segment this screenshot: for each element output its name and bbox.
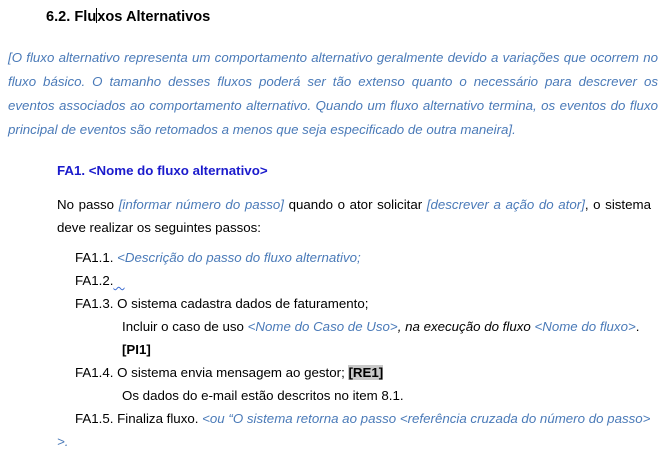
passo-text-1: No passo (57, 197, 119, 212)
passo-text-2: quando o ator solicitar (284, 197, 427, 212)
step-fa1-5: FA1.5. Finaliza fluxo. <ou “O sistema re… (75, 411, 650, 426)
step-return-placeholder: <ou “O sistema retorna ao passo <referên… (202, 411, 651, 426)
step-text: O sistema envia mensagem ao gestor; (117, 365, 349, 380)
spellcheck-mark: ... (113, 273, 124, 288)
step-label: FA1.2. (75, 273, 114, 288)
step-text: <Descrição do passo do fluxo alternativo… (117, 250, 361, 265)
include-text-1: Incluir o caso de uso (122, 319, 248, 334)
step-fa1-2: FA1.2.... (75, 273, 125, 288)
requirement-tag: [RE1] (348, 365, 384, 380)
heading-text-end: xos Alternativos (97, 9, 211, 25)
intro-paragraph: [O fluxo alternativo representa um compo… (8, 50, 658, 137)
heading-text-start: 6.2. Flu (46, 9, 97, 25)
step-text: Finaliza fluxo. (117, 411, 203, 426)
step-label: FA1.1. (75, 250, 118, 265)
step-fa1-4: FA1.4. O sistema envia mensagem ao gesto… (75, 365, 384, 380)
step-trigger-paragraph: No passo [informar número do passo] quan… (57, 193, 651, 239)
include-text-3: . (635, 319, 640, 334)
include-usecase-placeholder: <Nome do Caso de Uso> (247, 319, 398, 334)
step-fa1-1: FA1.1. <Descrição do passo do fluxo alte… (75, 250, 361, 265)
business-rule-tag: [PI1] (122, 342, 151, 357)
step-fa1-3: FA1.3. O sistema cadastra dados de fatur… (75, 296, 368, 311)
step-label: FA1.5. (75, 411, 118, 426)
step-text: O sistema cadastra dados de faturamento; (117, 296, 369, 311)
step-fa1-4-detail: Os dados do e-mail estão descritos no it… (122, 388, 404, 403)
include-flow-placeholder: <Nome do fluxo> (534, 319, 636, 334)
step-label: FA1.4. (75, 365, 118, 380)
step-fa1-5-continuation: >. (57, 434, 69, 449)
passo-placeholder-step: [informar número do passo] (118, 197, 285, 212)
step-fa1-3-include: Incluir o caso de uso <Nome do Caso de U… (122, 319, 639, 334)
include-text-2: , na execução do fluxo (397, 319, 535, 334)
section-heading: 6.2. Fluxos Alternativos (46, 8, 210, 25)
passo-placeholder-action: [descrever a ação do ator] (426, 197, 585, 212)
step-label: FA1.3. (75, 296, 118, 311)
alternative-flow-title: FA1. <Nome do fluxo alternativo> (57, 163, 268, 178)
